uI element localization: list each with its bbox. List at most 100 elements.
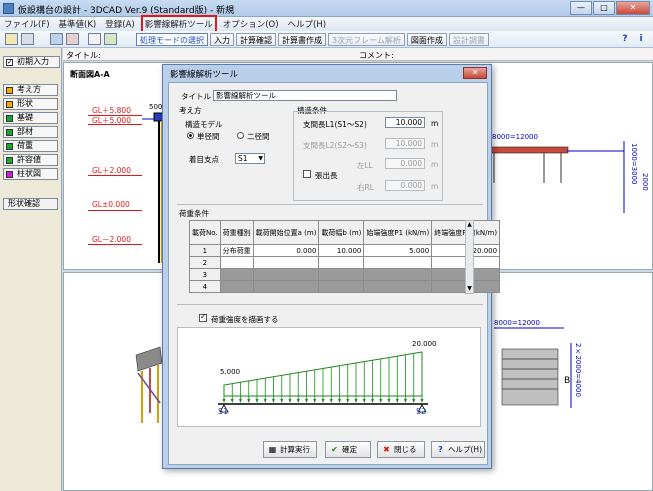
print-icon[interactable] (66, 33, 79, 45)
single-span-radio[interactable] (187, 132, 194, 139)
nav-item-load[interactable]: 荷重 (3, 140, 58, 152)
load-type-cell[interactable] (219, 268, 254, 281)
load-arrow-head (272, 399, 275, 403)
left-length-input[interactable]: 0.000 (385, 158, 425, 169)
row-number: 4 (189, 280, 221, 293)
draw-strength-checkbox[interactable] (199, 312, 207, 322)
start-position-cell[interactable] (252, 268, 320, 281)
load-arrow-head (395, 399, 399, 403)
display-settings-icon[interactable] (50, 33, 63, 45)
export-icon[interactable] (88, 33, 101, 45)
nav-item-boring-log[interactable]: 柱状図 (3, 168, 58, 180)
unit-label: m (431, 160, 439, 169)
load-arrow-head (230, 399, 234, 403)
span2-label: 支間長L2(S2～S3) (303, 141, 367, 150)
influence-line-dialog: 影響線解析ツール ✕ タイトル 影響線解析ツール 考え方 構造モデル 単径間 二… (162, 64, 501, 469)
nav-item-approach[interactable]: 考え方 (3, 84, 58, 96)
menu-register[interactable]: 登録(A) (105, 18, 134, 30)
support-select[interactable]: S1 ▼ (235, 153, 265, 164)
load-table[interactable]: 載荷No. 荷重種別 載荷開始位置a (m) 載荷幅b (m) 始端強度P1 (… (189, 220, 501, 293)
load-arrow-head (288, 399, 292, 403)
menu-options[interactable]: オプション(O) (223, 18, 279, 30)
row-number: 3 (189, 268, 221, 281)
menu-help[interactable]: ヘルプ(H) (288, 18, 327, 30)
load-width-cell[interactable]: 10.000 (318, 244, 365, 257)
load-arrow-head (247, 399, 251, 403)
vertical-dimension-label: 2000 (641, 173, 649, 191)
info-icon[interactable]: i (635, 33, 647, 45)
tab-drawing[interactable]: 図面作成 (406, 33, 447, 46)
settings-icon[interactable] (104, 33, 117, 45)
menu-influence-line-tool[interactable]: 影響線解析ツール (140, 15, 217, 33)
tab-mode-select[interactable]: 処理モードの選択 (136, 33, 208, 46)
table-row[interactable]: 4 (189, 280, 501, 293)
help-button[interactable]: ? ヘルプ(H) (431, 441, 485, 458)
dialog-close-button[interactable]: ✕ (463, 67, 487, 79)
calculate-button[interactable]: ▦ 計算実行 (263, 441, 317, 458)
status-square-icon (6, 143, 13, 150)
cantilever-checkbox[interactable] (303, 170, 311, 178)
close-label: 閉じる (394, 445, 417, 454)
tab-input[interactable]: 入力 (210, 33, 234, 46)
dimension-label: 500 (149, 103, 163, 111)
load-width-cell[interactable] (318, 256, 365, 269)
close-button[interactable]: ✕ (616, 1, 650, 15)
nav-item-allowable[interactable]: 許容値 (3, 154, 58, 166)
nav-item-shape[interactable]: 形状 (3, 98, 58, 110)
span2-input[interactable]: 10.000 (385, 138, 425, 149)
load-width-cell[interactable] (318, 280, 365, 293)
load-type-cell[interactable] (219, 256, 254, 269)
help-icon[interactable]: ? (619, 33, 631, 45)
status-square-icon (6, 101, 13, 108)
nav-item-label: 形状 (17, 99, 33, 108)
start-position-cell[interactable] (252, 256, 320, 269)
scroll-up-icon[interactable]: ▲ (466, 221, 473, 229)
menu-file[interactable]: ファイル(F) (4, 18, 50, 30)
ok-label: 確定 (342, 445, 357, 454)
initial-input-button[interactable]: 初期入力 (3, 56, 60, 68)
start-strength-cell[interactable] (363, 268, 433, 281)
load-width-cell[interactable] (318, 268, 365, 281)
tab-calc-check[interactable]: 計算確認 (236, 33, 276, 46)
app-titlebar: 仮設構台の設計 - 3DCAD Ver.9 (Standard版) - 新規 —… (0, 0, 653, 17)
table-row[interactable]: 3 (189, 268, 501, 281)
load-arrow-head (362, 399, 366, 403)
scroll-down-icon[interactable]: ▼ (466, 285, 473, 293)
menu-standard-values[interactable]: 基準値(K) (59, 18, 97, 30)
table-scrollbar[interactable]: ▲ ▼ (465, 220, 474, 294)
span1-input[interactable]: 10.000 (385, 117, 425, 128)
double-span-radio[interactable] (237, 132, 244, 139)
open-folder-icon[interactable] (5, 33, 18, 45)
unit-label: m (431, 119, 439, 128)
tab-3d-frame[interactable]: 3次元フレーム解析 (328, 33, 405, 46)
start-position-cell[interactable] (252, 280, 320, 293)
start-strength-cell[interactable] (363, 256, 433, 269)
tab-report[interactable]: 計算書作成 (278, 33, 326, 46)
nav-item-label: 部材 (17, 127, 33, 136)
save-icon[interactable] (21, 33, 34, 45)
load-heading: 荷重条件 (179, 209, 209, 218)
table-row[interactable]: 2 (189, 256, 501, 269)
load-type-cell[interactable]: 分布荷重 (219, 244, 254, 257)
load-type-cell[interactable] (219, 280, 254, 293)
nav-item-label: 基礎 (17, 113, 33, 122)
maximize-button[interactable]: □ (593, 1, 615, 15)
shape-check-button[interactable]: 形状確認 (3, 198, 58, 210)
right-length-input[interactable]: 0.000 (385, 180, 425, 191)
nav-item-members[interactable]: 部材 (3, 126, 58, 138)
load-preview: 20.000 5.000 S1 S2 (177, 327, 481, 427)
tab-design-record[interactable]: 設計調書 (448, 33, 489, 46)
close-dialog-button[interactable]: ✖ 閉じる (377, 441, 425, 458)
start-strength-cell[interactable]: 5.000 (363, 244, 433, 257)
mode-tabs: 処理モードの選択 入力 計算確認 計算書作成 3次元フレーム解析 図面作成 設計… (136, 33, 491, 46)
double-span-label: 二径間 (247, 132, 270, 141)
nav-item-foundation[interactable]: 基礎 (3, 112, 58, 124)
table-row[interactable]: 1 分布荷重 0.000 10.000 5.000 20.000 (189, 244, 501, 257)
ok-button[interactable]: ✔ 確定 (325, 441, 371, 458)
start-strength-cell[interactable] (363, 280, 433, 293)
chevron-down-icon: ▼ (258, 155, 263, 162)
start-position-cell[interactable]: 0.000 (252, 244, 320, 257)
minimize-button[interactable]: — (570, 1, 592, 15)
load-arrow-head (338, 399, 341, 403)
title-input[interactable]: 影響線解析ツール (213, 90, 397, 101)
